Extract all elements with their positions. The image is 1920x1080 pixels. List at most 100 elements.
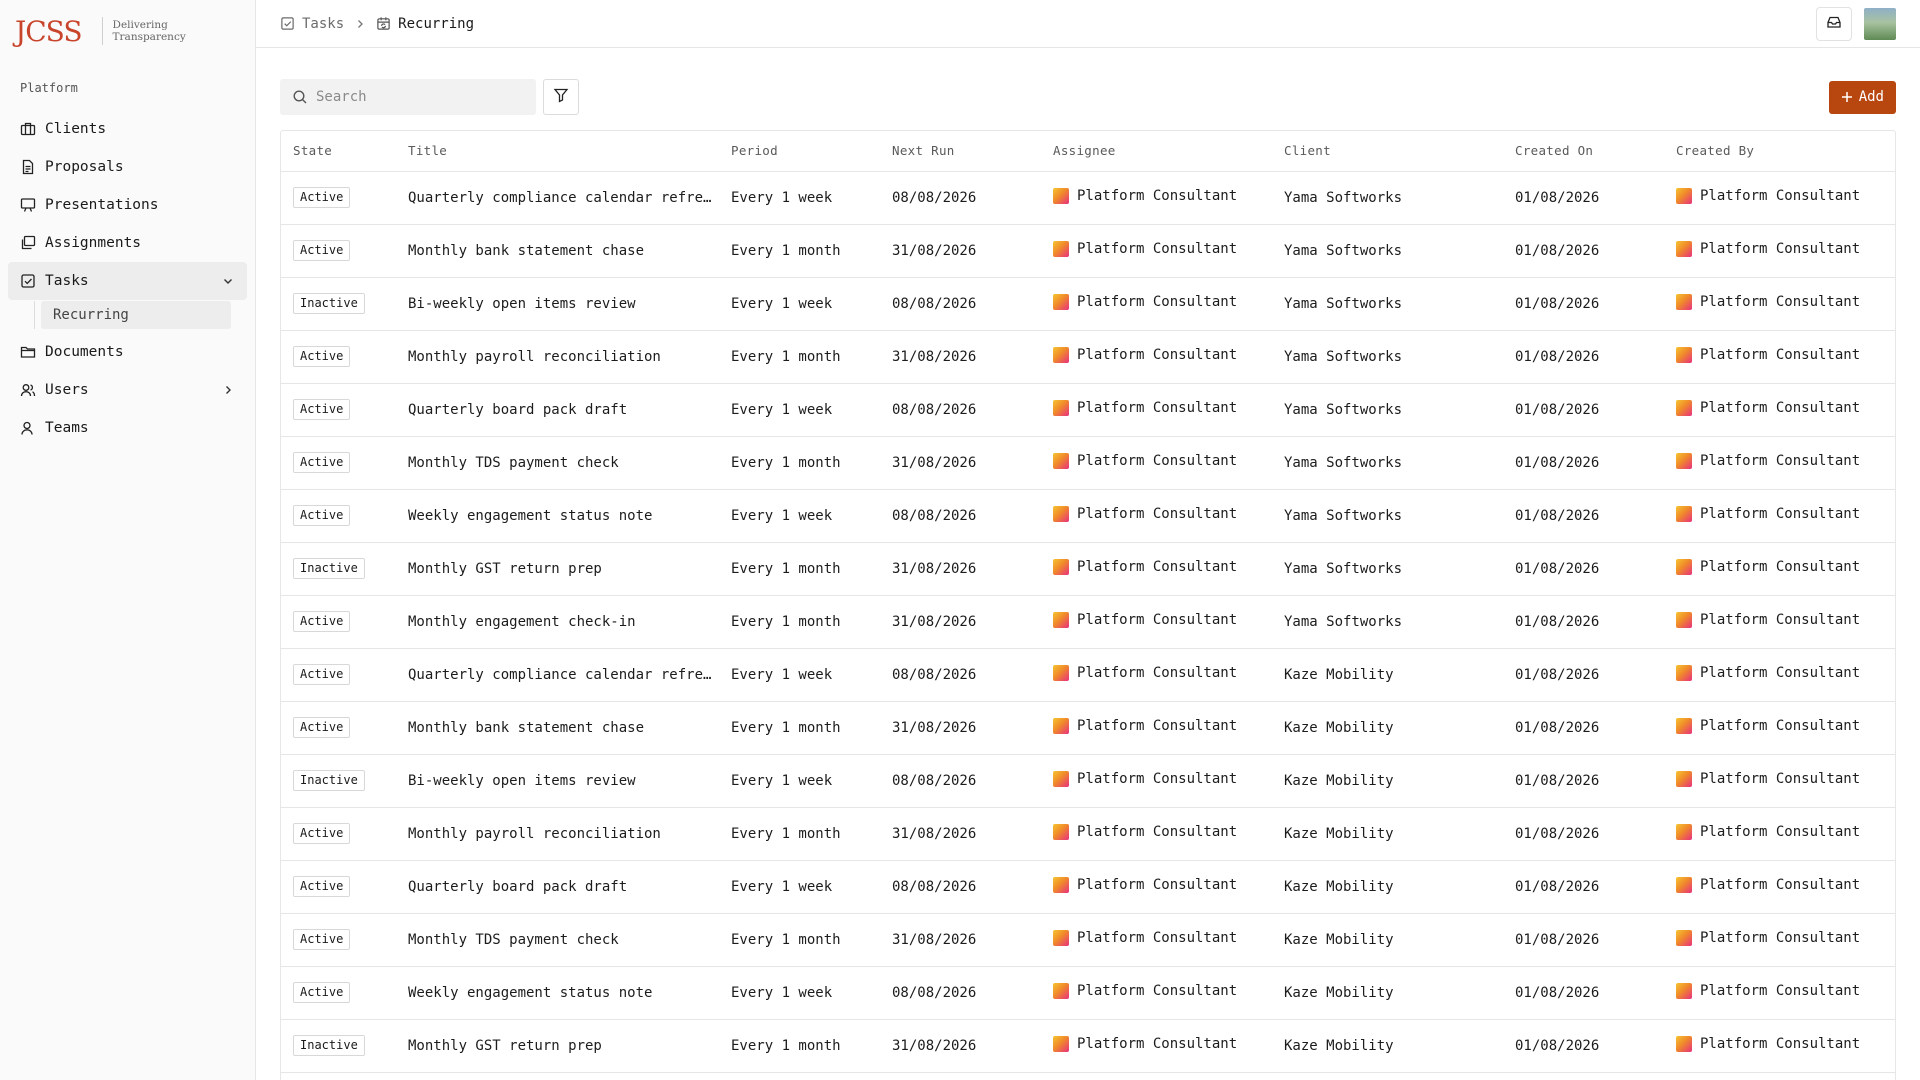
column-header-created-by[interactable]: Created By: [1664, 131, 1895, 172]
user-avatar[interactable]: [1864, 7, 1896, 40]
table-row[interactable]: Active Monthly TDS payment check Every 1 m…: [281, 436, 1895, 490]
cell-title[interactable]: Monthly TDS payment check: [396, 913, 719, 967]
table-row[interactable]: Active Monthly TDS payment check Every 1 m…: [281, 913, 1895, 967]
cell-next-run: 08/08/2026: [880, 648, 1041, 702]
sidebar-item-tasks[interactable]: Tasks: [8, 262, 247, 300]
cell-title[interactable]: Quarterly board pack draft: [396, 860, 719, 914]
nav-section-label: Platform: [20, 81, 78, 95]
cell-state: Active: [281, 913, 396, 967]
creator-name: Platform Consultant: [1700, 558, 1861, 575]
sidebar-item-users[interactable]: Users: [8, 371, 247, 409]
cell-title[interactable]: Monthly engagement check-in: [396, 1072, 719, 1080]
cell-period: Every 1 month: [719, 224, 880, 278]
sidebar-item-presentations[interactable]: Presentations: [8, 186, 247, 224]
cell-title[interactable]: Quarterly compliance calendar refresh: [396, 171, 719, 225]
assignee-name: Platform Consultant: [1077, 452, 1238, 469]
filter-button[interactable]: [543, 79, 579, 115]
sidebar-item-documents[interactable]: Documents: [8, 333, 247, 371]
cell-client: Yama Softworks: [1272, 330, 1503, 384]
cell-title[interactable]: Monthly GST return prep: [396, 542, 719, 596]
column-header-created-on[interactable]: Created On: [1503, 131, 1664, 172]
cell-client: Kaze Mobility: [1272, 1019, 1503, 1073]
table-row[interactable]: Active Quarterly board pack draft Every 1 …: [281, 860, 1895, 914]
column-header-next-run[interactable]: Next Run: [880, 131, 1041, 172]
sidebar-item-assignments[interactable]: Assignments: [8, 224, 247, 262]
table-row[interactable]: ActiveMonthly engagement check-inEvery 1…: [281, 595, 1895, 649]
cell-title[interactable]: Quarterly board pack draft: [396, 383, 719, 437]
breadcrumb-tasks-link[interactable]: Tasks: [302, 16, 344, 32]
search-input[interactable]: [316, 89, 516, 105]
chevron-down-icon[interactable]: [221, 274, 235, 288]
assignee-name: Platform Consultant: [1077, 717, 1238, 734]
cell-created-on: 01/08/2026: [1503, 860, 1664, 914]
cell-period: Every 1 month: [719, 807, 880, 861]
assignee-name: Platform Consultant: [1077, 240, 1238, 257]
cell-title[interactable]: Bi-weekly open items review: [396, 277, 719, 331]
cell-created-on: 01/08/2026: [1503, 277, 1664, 331]
cell-period: Every 1 week: [719, 648, 880, 702]
chevron-right-icon[interactable]: [221, 383, 235, 397]
brand-tagline-line2: Transparency: [112, 31, 186, 43]
cell-title[interactable]: Monthly engagement check-in: [396, 595, 719, 649]
table-row[interactable]: Inactive Bi-weekly open items review Every…: [281, 754, 1895, 808]
status-badge: Active: [293, 823, 351, 844]
column-header-title[interactable]: Title: [396, 131, 719, 172]
sidebar-item-proposals[interactable]: Proposals: [8, 148, 247, 186]
table-row[interactable]: Active Monthly payroll reconciliation Ever…: [281, 807, 1895, 861]
sidebar-subitem-recurring[interactable]: Recurring: [41, 301, 231, 329]
column-header-assignee[interactable]: Assignee: [1041, 131, 1272, 172]
table-row[interactable]: Active Monthly bank statement chase Every …: [281, 701, 1895, 755]
assignee-name: Platform Consultant: [1077, 346, 1238, 363]
cell-title[interactable]: Bi-weekly open items review: [396, 754, 719, 808]
cell-title[interactable]: Monthly GST return prep: [396, 1019, 719, 1073]
cell-title[interactable]: Monthly bank statement chase: [396, 224, 719, 278]
cell-title[interactable]: Weekly engagement status note: [396, 489, 719, 543]
table-row[interactable]: Active Weekly engagement status note Every…: [281, 966, 1895, 1020]
brand[interactable]: JCSS Delivering Transparency: [0, 0, 255, 62]
add-button[interactable]: Add: [1828, 80, 1896, 114]
cell-assignee: Platform Consultant: [1041, 436, 1272, 490]
assignee-avatar: [1053, 1035, 1069, 1052]
table-row[interactable]: Inactive Monthly GST return prep Every 1 m…: [281, 1019, 1895, 1073]
cell-next-run: 31/08/2026: [880, 1019, 1041, 1073]
table-row[interactable]: Active Weekly engagement status note Every…: [281, 489, 1895, 543]
cell-title[interactable]: Monthly payroll reconciliation: [396, 807, 719, 861]
cell-state: Active: [281, 966, 396, 1020]
cell-client: Kaze Mobility: [1272, 966, 1503, 1020]
cell-created-by: Platform Consultant: [1664, 224, 1895, 278]
cell-title[interactable]: Monthly payroll reconciliation: [396, 330, 719, 384]
table-row[interactable]: Active Monthly payroll reconciliation Ever…: [281, 330, 1895, 384]
table-row[interactable]: Active Quarterly board pack draft Every 1 …: [281, 383, 1895, 437]
cell-created-on: 01/08/2026: [1503, 1019, 1664, 1073]
creator-name: Platform Consultant: [1700, 876, 1861, 893]
search-box[interactable]: [280, 79, 536, 115]
checkbox-icon: [280, 16, 295, 31]
cell-next-run: 31/08/2026: [880, 330, 1041, 384]
cell-state: Active: [281, 648, 396, 702]
table-row[interactable]: Active Quarterly compliance calendar refr…: [281, 171, 1895, 225]
table-row[interactable]: ActiveMonthly engagement check-inEvery 1…: [281, 1072, 1895, 1080]
sidebar: JCSS Delivering Transparency Platform Cl…: [0, 0, 256, 1080]
sidebar-item-clients[interactable]: Clients: [8, 110, 247, 148]
cell-state: Active: [281, 171, 396, 225]
table-row[interactable]: Inactive Monthly GST return prep Every 1 m…: [281, 542, 1895, 596]
cell-title[interactable]: Monthly bank statement chase: [396, 701, 719, 755]
column-header-client[interactable]: Client: [1272, 131, 1503, 172]
cell-title[interactable]: Quarterly compliance calendar refresh: [396, 648, 719, 702]
column-header-period[interactable]: Period: [719, 131, 880, 172]
inbox-button[interactable]: [1816, 6, 1852, 41]
sidebar-item-teams[interactable]: Teams: [8, 409, 247, 447]
assignee-name: Platform Consultant: [1077, 876, 1238, 893]
creator-name: Platform Consultant: [1700, 770, 1861, 787]
column-header-state[interactable]: State: [281, 131, 396, 172]
cell-created-on: 01/08/2026: [1503, 1072, 1664, 1080]
cell-next-run: 31/08/2026: [880, 595, 1041, 649]
assignee-name: Platform Consultant: [1077, 187, 1238, 204]
cell-assignee: Platform Consultant: [1041, 542, 1272, 596]
table-row[interactable]: Active Quarterly compliance calendar refr…: [281, 648, 1895, 702]
table-row[interactable]: Active Monthly bank statement chase Every …: [281, 224, 1895, 278]
document-icon: [20, 159, 36, 175]
cell-title[interactable]: Monthly TDS payment check: [396, 436, 719, 490]
cell-title[interactable]: Weekly engagement status note: [396, 966, 719, 1020]
table-row[interactable]: Inactive Bi-weekly open items review Every…: [281, 277, 1895, 331]
